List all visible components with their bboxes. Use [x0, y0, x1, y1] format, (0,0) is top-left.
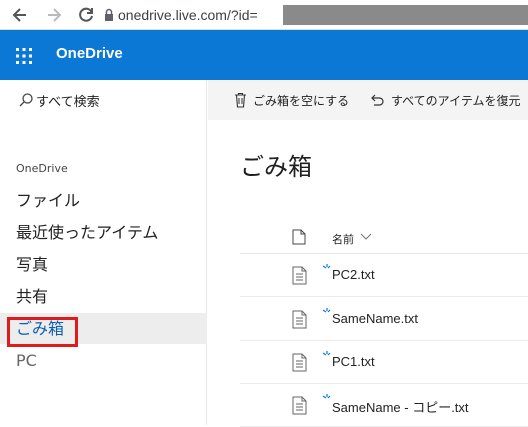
chevron-down-icon[interactable]	[360, 233, 372, 241]
list-header: 名前	[240, 222, 528, 254]
app-launcher-icon[interactable]	[15, 47, 33, 65]
text-file-icon	[292, 396, 307, 415]
file-name[interactable]: PC1.txt	[332, 354, 375, 369]
browser-toolbar: onedrive.live.com/?id=	[0, 0, 528, 30]
text-file-icon	[292, 266, 307, 285]
new-item-sparkle-icon	[322, 351, 331, 356]
list-item[interactable]: PC1.txt	[240, 341, 528, 384]
address-bar[interactable]: onedrive.live.com/?id=	[118, 6, 258, 24]
list-item[interactable]: SameName.txt	[240, 298, 528, 341]
new-item-sparkle-icon	[322, 394, 331, 399]
file-name[interactable]: SameName.txt	[332, 311, 418, 326]
file-name[interactable]: SameName - コピー.txt	[332, 397, 469, 416]
search-box[interactable]: すべて検索	[0, 80, 207, 120]
restore-all-label: すべてのアイテムを復元	[391, 93, 521, 108]
suite-header: OneDrive	[0, 30, 528, 80]
reload-icon[interactable]	[76, 5, 96, 25]
list-item[interactable]: SameName - コピー.txt	[240, 384, 528, 427]
nav-item-shared[interactable]: 共有	[0, 281, 207, 312]
left-navigation: すべて検索 OneDrive ファイル 最近使ったアイテム 写真 共有 ごみ箱 …	[0, 80, 207, 425]
nav-item-files[interactable]: ファイル	[0, 185, 207, 216]
empty-recycle-bin-button[interactable]: ごみ箱を空にする	[234, 80, 349, 120]
command-bar: ごみ箱を空にする すべてのアイテムを復元	[208, 80, 528, 120]
back-arrow-icon[interactable]	[10, 5, 30, 25]
lock-icon[interactable]	[104, 8, 114, 22]
search-icon	[19, 93, 33, 107]
empty-recycle-bin-label: ごみ箱を空にする	[253, 93, 350, 108]
nav-item-pc[interactable]: PC	[0, 345, 207, 376]
search-placeholder: すべて検索	[36, 95, 100, 110]
new-item-sparkle-icon	[322, 308, 331, 313]
redacted-url-region	[283, 5, 528, 25]
nav-item-photos[interactable]: 写真	[0, 249, 207, 280]
text-file-icon	[292, 353, 307, 372]
list-item[interactable]: PC2.txt	[240, 254, 528, 297]
trash-icon	[235, 92, 246, 108]
forward-arrow-icon[interactable]	[44, 5, 64, 25]
restore-icon	[371, 94, 384, 106]
text-file-icon	[292, 310, 307, 329]
column-header-name[interactable]: 名前	[332, 231, 354, 247]
new-item-sparkle-icon	[322, 264, 331, 269]
file-type-icon[interactable]	[292, 229, 306, 245]
red-annotation-box	[7, 317, 78, 347]
nav-section-title: OneDrive	[16, 162, 68, 175]
file-name[interactable]: PC2.txt	[332, 267, 375, 282]
url-text: onedrive.live.com/?id=	[118, 7, 258, 23]
onedrive-brand[interactable]: OneDrive	[56, 45, 123, 62]
restore-all-button[interactable]: すべてのアイテムを復元	[369, 80, 520, 120]
nav-item-recent[interactable]: 最近使ったアイテム	[0, 217, 207, 248]
page-title: ごみ箱	[240, 153, 312, 181]
